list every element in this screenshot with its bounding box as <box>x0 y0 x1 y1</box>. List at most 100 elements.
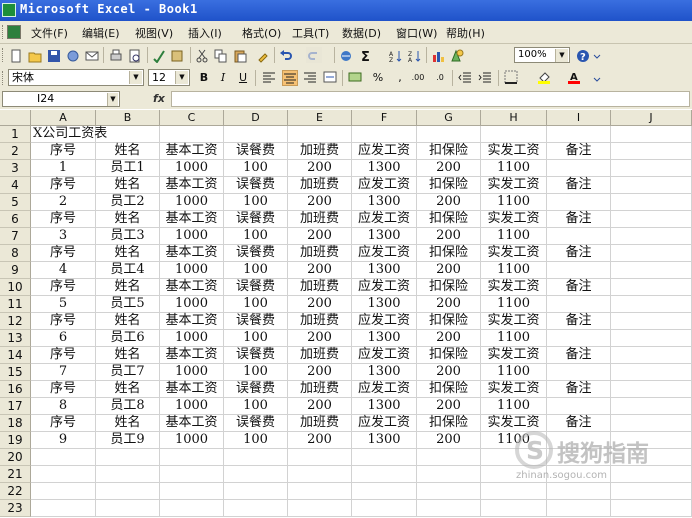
table-cell[interactable]: 200 <box>417 364 481 381</box>
copy-icon[interactable] <box>213 47 229 63</box>
column-header-c[interactable]: C <box>160 110 224 126</box>
table-cell[interactable]: 100 <box>224 330 288 347</box>
table-cell[interactable]: 员工4 <box>96 262 160 279</box>
table-cell[interactable]: 7 <box>31 364 96 381</box>
undo-icon[interactable] <box>278 47 294 63</box>
header-cell[interactable]: 备注 <box>547 381 611 398</box>
worksheet-grid[interactable]: A B C D E F G H I J 1 X公司工资表 2 序号 姓名 基本工资 误餐费 加班费 应发工资 扣保险实… <box>0 110 692 518</box>
drawing-icon[interactable] <box>449 47 465 63</box>
table-cell[interactable] <box>224 483 288 500</box>
table-cell[interactable]: 1100 <box>481 296 547 313</box>
menu-data[interactable]: 数据(D) <box>342 25 381 41</box>
table-cell[interactable] <box>611 500 692 517</box>
table-cell[interactable] <box>547 432 611 449</box>
table-cell[interactable]: 200 <box>417 262 481 279</box>
header-cell[interactable]: 加班费 <box>288 381 352 398</box>
sort-ascending-icon[interactable]: AZ <box>388 47 404 64</box>
column-header-g[interactable]: G <box>417 110 481 126</box>
header-cell[interactable]: 姓名 <box>96 313 160 330</box>
table-cell[interactable] <box>481 500 547 517</box>
header-cell[interactable]: 序号 <box>31 177 96 194</box>
header-cell[interactable]: 基本工资 <box>160 313 224 330</box>
table-cell[interactable]: 200 <box>417 330 481 347</box>
workbook-icon[interactable] <box>7 25 21 39</box>
table-cell[interactable]: 100 <box>224 398 288 415</box>
table-cell[interactable] <box>31 466 96 483</box>
header-cell[interactable]: 基本工资 <box>160 143 224 160</box>
table-cell[interactable] <box>611 415 692 432</box>
row-header[interactable]: 12 <box>0 313 31 330</box>
header-cell[interactable]: 扣保险 <box>417 211 481 228</box>
header-cell[interactable]: 误餐费 <box>224 211 288 228</box>
row-header[interactable]: 17 <box>0 398 31 415</box>
table-cell[interactable] <box>611 364 692 381</box>
header-cell[interactable]: 序号 <box>31 245 96 262</box>
table-cell[interactable]: 员工3 <box>96 228 160 245</box>
table-cell[interactable] <box>96 466 160 483</box>
table-cell[interactable]: 3 <box>31 228 96 245</box>
print-icon[interactable] <box>108 47 124 63</box>
column-header-j[interactable]: J <box>611 110 692 126</box>
table-cell[interactable] <box>160 500 224 517</box>
table-cell[interactable]: 员工2 <box>96 194 160 211</box>
menu-window[interactable]: 窗口(W) <box>396 25 437 41</box>
header-cell[interactable]: 应发工资 <box>352 279 417 296</box>
paste-icon[interactable] <box>232 47 248 63</box>
table-cell[interactable]: 员工1 <box>96 160 160 177</box>
header-cell[interactable]: 基本工资 <box>160 211 224 228</box>
italic-icon[interactable]: I <box>215 70 231 86</box>
table-cell[interactable]: 5 <box>31 296 96 313</box>
row-header[interactable]: 18 <box>0 415 31 432</box>
chart-wizard-icon[interactable] <box>430 47 446 63</box>
table-cell[interactable]: 1000 <box>160 296 224 313</box>
table-cell[interactable]: 员工5 <box>96 296 160 313</box>
header-cell[interactable]: 误餐费 <box>224 313 288 330</box>
table-cell[interactable]: 200 <box>288 160 352 177</box>
sort-descending-icon[interactable]: ZA <box>407 47 423 64</box>
help-icon[interactable]: ? <box>575 47 591 63</box>
header-cell[interactable]: 序号 <box>31 381 96 398</box>
header-cell[interactable]: 误餐费 <box>224 245 288 262</box>
table-cell[interactable] <box>611 194 692 211</box>
table-cell[interactable] <box>547 330 611 347</box>
font-name-select[interactable]: 宋体 ▼ <box>8 69 144 86</box>
table-cell[interactable] <box>160 126 224 143</box>
header-cell[interactable]: 备注 <box>547 143 611 160</box>
table-cell[interactable] <box>547 228 611 245</box>
header-cell[interactable]: 扣保险 <box>417 177 481 194</box>
table-cell[interactable]: 8 <box>31 398 96 415</box>
row-header[interactable]: 23 <box>0 500 31 517</box>
row-header[interactable]: 5 <box>0 194 31 211</box>
header-cell[interactable]: 实发工资 <box>481 245 547 262</box>
merge-center-icon[interactable] <box>322 70 338 86</box>
table-cell[interactable]: 1100 <box>481 262 547 279</box>
table-cell[interactable] <box>611 313 692 330</box>
toolbar-options-icon[interactable] <box>592 70 602 86</box>
table-cell[interactable] <box>96 483 160 500</box>
table-cell[interactable] <box>611 398 692 415</box>
table-cell[interactable] <box>224 126 288 143</box>
formula-input[interactable] <box>171 91 690 107</box>
menu-format[interactable]: 格式(O) <box>242 25 281 41</box>
zoom-select[interactable]: 100% ▼ <box>514 47 570 63</box>
table-cell[interactable] <box>611 177 692 194</box>
header-cell[interactable]: 备注 <box>547 415 611 432</box>
table-cell[interactable]: 1300 <box>352 194 417 211</box>
table-cell[interactable] <box>611 466 692 483</box>
align-center-icon[interactable] <box>282 70 298 86</box>
table-cell[interactable] <box>481 466 547 483</box>
table-cell[interactable] <box>547 160 611 177</box>
header-cell[interactable]: 加班费 <box>288 143 352 160</box>
header-cell[interactable]: 扣保险 <box>417 313 481 330</box>
column-header-h[interactable]: H <box>481 110 547 126</box>
header-cell[interactable]: 误餐费 <box>224 177 288 194</box>
table-cell[interactable] <box>547 500 611 517</box>
table-cell[interactable] <box>611 381 692 398</box>
table-cell[interactable]: 200 <box>417 160 481 177</box>
row-header[interactable]: 3 <box>0 160 31 177</box>
increase-decimal-icon[interactable]: .00 <box>410 70 426 86</box>
table-cell[interactable] <box>224 449 288 466</box>
table-cell[interactable]: 1300 <box>352 398 417 415</box>
header-cell[interactable]: 备注 <box>547 279 611 296</box>
bold-icon[interactable]: B <box>196 70 212 86</box>
